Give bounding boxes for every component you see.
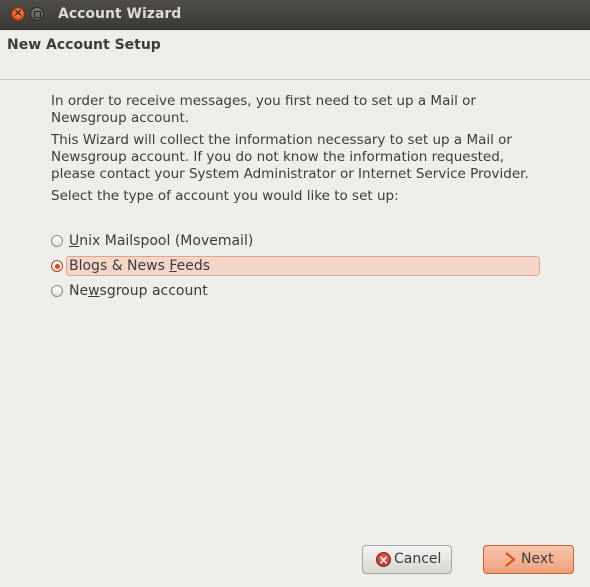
cancel-icon: × xyxy=(376,552,391,567)
radio-label[interactable]: Blogs & News Feeds xyxy=(69,258,210,274)
select-prompt: Select the type of account you would lik… xyxy=(51,188,399,204)
radio-blogs-news-feeds[interactable]: Blogs & News Feeds xyxy=(51,256,541,277)
wizard-header: New Account Setup xyxy=(0,30,590,80)
window-maximize-button[interactable] xyxy=(30,7,44,21)
title-bar: × Account Wizard xyxy=(0,0,590,30)
intro-line: Newsgroup account. xyxy=(51,110,190,126)
radio-button-checked[interactable] xyxy=(51,260,63,272)
window-title: Account Wizard xyxy=(58,6,182,22)
window-close-button[interactable]: × xyxy=(11,6,25,21)
radio-unix-mailspool[interactable]: Unix Mailspool (Movemail) xyxy=(51,232,541,252)
intro-line: please contact your System Administrator… xyxy=(51,166,529,182)
intro-line: This Wizard will collect the information… xyxy=(51,132,512,148)
intro-line: Newsgroup account. If you do not know th… xyxy=(51,149,505,165)
intro-text: In order to receive messages, you first … xyxy=(51,93,551,205)
radio-button[interactable] xyxy=(51,235,63,247)
next-button[interactable]: Next xyxy=(483,545,574,574)
cancel-button-label: Cancel xyxy=(394,551,442,567)
radio-button[interactable] xyxy=(51,285,63,297)
page-title: New Account Setup xyxy=(7,37,161,53)
radio-label[interactable]: Newsgroup account xyxy=(69,283,208,299)
radio-label[interactable]: Unix Mailspool (Movemail) xyxy=(69,233,253,249)
close-icon: × xyxy=(13,6,23,19)
cancel-button[interactable]: × Cancel xyxy=(362,545,452,574)
next-button-label: Next xyxy=(521,551,554,567)
maximize-icon xyxy=(34,11,41,18)
radio-dot xyxy=(54,263,60,269)
radio-newsgroup-account[interactable]: Newsgroup account xyxy=(51,282,541,302)
next-arrow-icon xyxy=(505,552,516,567)
intro-line: In order to receive messages, you first … xyxy=(51,93,476,109)
